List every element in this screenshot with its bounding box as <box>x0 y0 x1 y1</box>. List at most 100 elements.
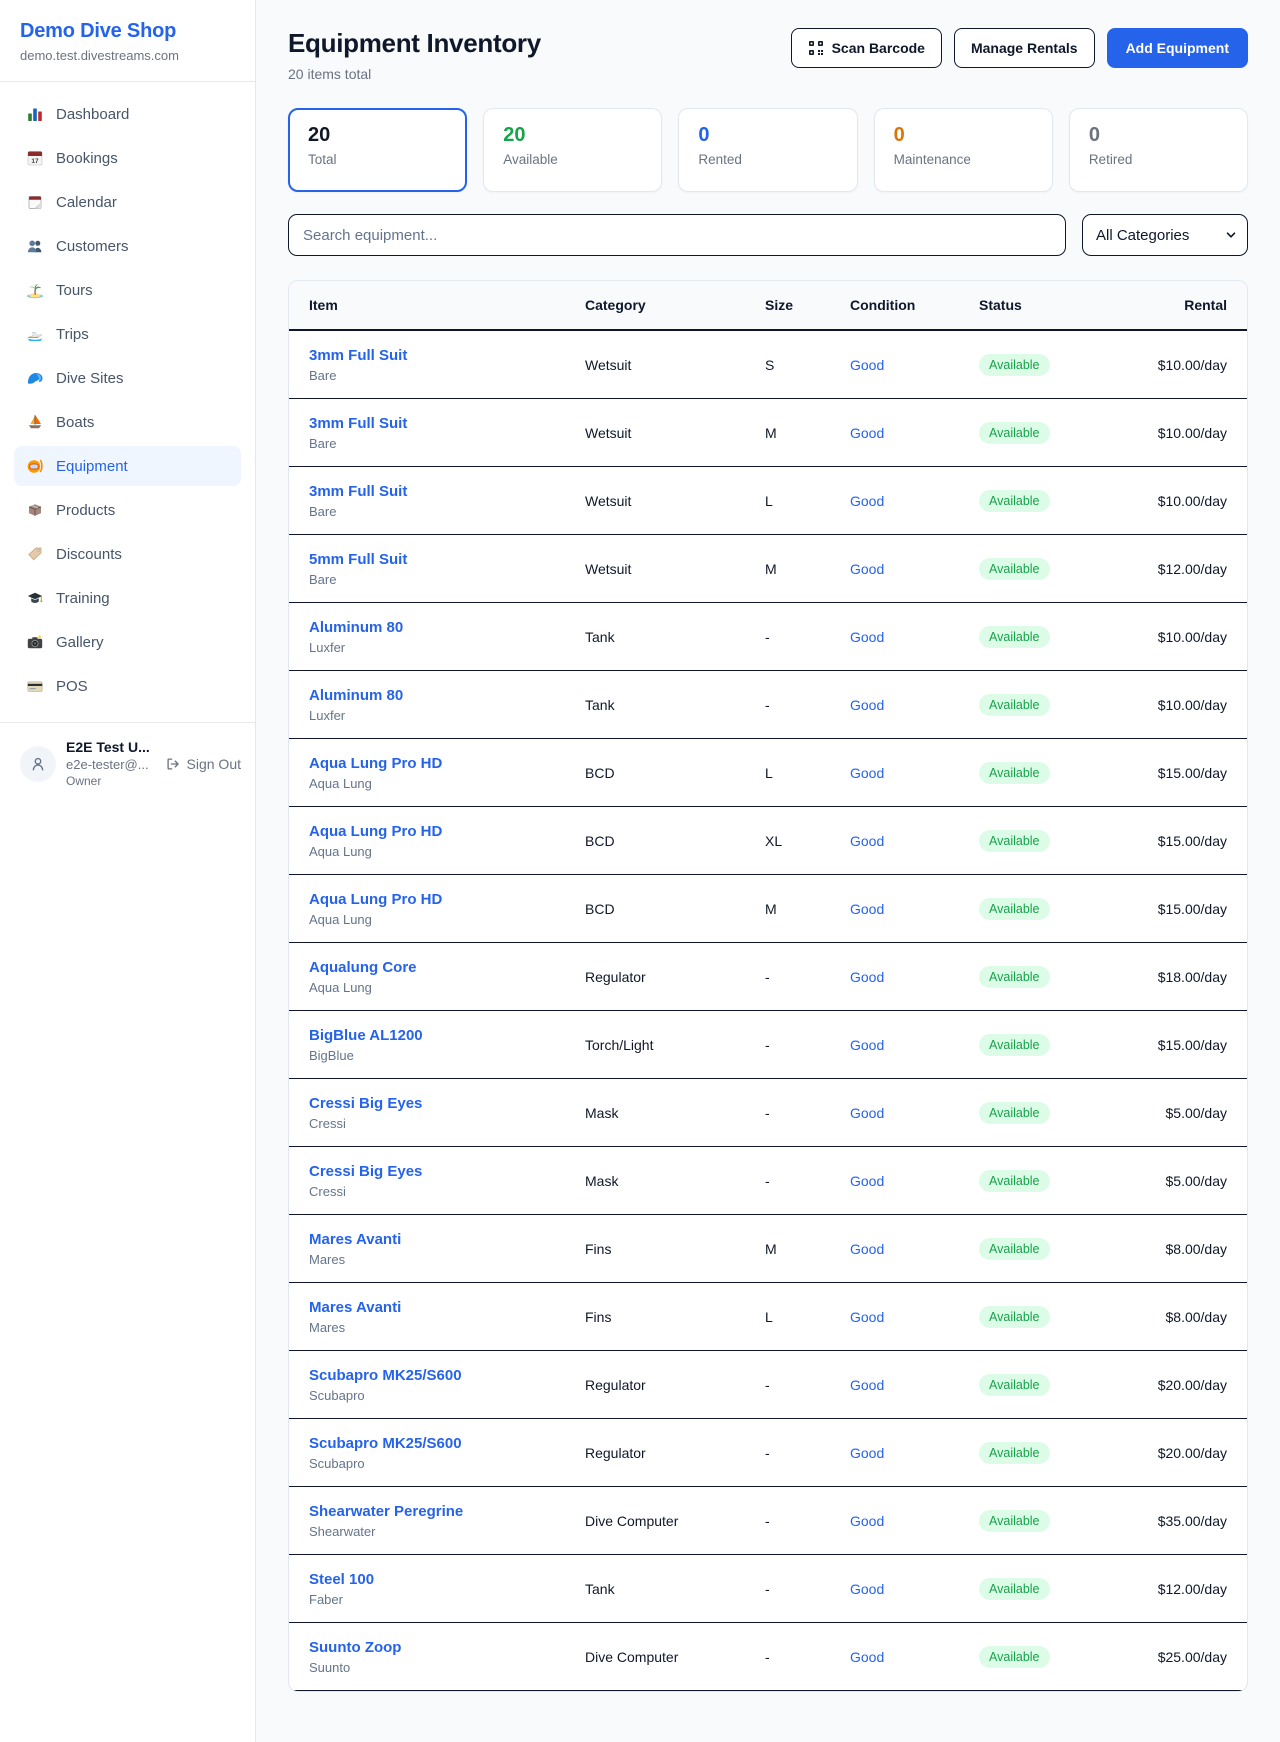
package-icon <box>26 501 44 519</box>
sidebar-item-trips[interactable]: Trips <box>14 314 241 354</box>
item-condition-link[interactable]: Good <box>850 1513 979 1529</box>
item-condition-link[interactable]: Good <box>850 901 979 917</box>
sidebar-item-calendar[interactable]: Calendar <box>14 182 241 222</box>
table-row: Cressi Big Eyes Cressi Mask - Good Avail… <box>289 1147 1247 1215</box>
nav-label: Dashboard <box>56 106 129 123</box>
stat-card-total[interactable]: 20 Total <box>288 108 467 192</box>
item-condition-link[interactable]: Good <box>850 357 979 373</box>
item-condition-link[interactable]: Good <box>850 629 979 645</box>
scan-barcode-button[interactable]: Scan Barcode <box>791 28 942 68</box>
item-brand: Cressi <box>309 1184 585 1199</box>
table-row: Mares Avanti Mares Fins L Good Available… <box>289 1283 1247 1351</box>
table-row: Aqua Lung Pro HD Aqua Lung BCD L Good Av… <box>289 739 1247 807</box>
item-rental-rate: $5.00/day <box>1129 1105 1227 1121</box>
sidebar-item-tours[interactable]: Tours <box>14 270 241 310</box>
item-name-link[interactable]: Aluminum 80 <box>309 687 585 704</box>
item-brand: Aqua Lung <box>309 912 585 927</box>
sidebar-item-pos[interactable]: POS <box>14 666 241 706</box>
item-condition-link[interactable]: Good <box>850 765 979 781</box>
item-condition-link[interactable]: Good <box>850 561 979 577</box>
sidebar-item-products[interactable]: Products <box>14 490 241 530</box>
category-select[interactable]: All Categories <box>1082 214 1248 256</box>
sidebar-item-dive-sites[interactable]: Dive Sites <box>14 358 241 398</box>
people-icon <box>26 237 44 255</box>
item-name-link[interactable]: Suunto Zoop <box>309 1639 585 1656</box>
item-name-link[interactable]: 5mm Full Suit <box>309 551 585 568</box>
item-condition-link[interactable]: Good <box>850 1037 979 1053</box>
brand-domain: demo.test.divestreams.com <box>20 48 235 63</box>
stat-value: 0 <box>1089 124 1228 147</box>
sidebar-item-boats[interactable]: Boats <box>14 402 241 442</box>
item-name-link[interactable]: Aluminum 80 <box>309 619 585 636</box>
item-condition-link[interactable]: Good <box>850 1581 979 1597</box>
stat-card-rented[interactable]: 0 Rented <box>678 108 857 192</box>
item-category: Tank <box>585 697 765 713</box>
item-name-link[interactable]: 3mm Full Suit <box>309 415 585 432</box>
table-row: Aluminum 80 Luxfer Tank - Good Available… <box>289 603 1247 671</box>
item-category: Fins <box>585 1309 765 1325</box>
item-category: Wetsuit <box>585 425 765 441</box>
sidebar-item-gallery[interactable]: Gallery <box>14 622 241 662</box>
item-name-link[interactable]: Scubapro MK25/S600 <box>309 1435 585 1452</box>
item-name-link[interactable]: Aqua Lung Pro HD <box>309 823 585 840</box>
item-size: - <box>765 1173 850 1189</box>
item-condition-link[interactable]: Good <box>850 1241 979 1257</box>
nav-label: Calendar <box>56 194 117 211</box>
sidebar-item-equipment[interactable]: Equipment <box>14 446 241 486</box>
sidebar-item-discounts[interactable]: Discounts <box>14 534 241 574</box>
item-name-link[interactable]: Cressi Big Eyes <box>309 1095 585 1112</box>
item-name-link[interactable]: Shearwater Peregrine <box>309 1503 585 1520</box>
nav-label: Products <box>56 502 115 519</box>
manage-rentals-button[interactable]: Manage Rentals <box>954 28 1095 68</box>
sidebar-item-dashboard[interactable]: Dashboard <box>14 94 241 134</box>
item-size: M <box>765 425 850 441</box>
user-info: E2E Test U... e2e-tester@... Owner <box>66 739 155 788</box>
item-condition-link[interactable]: Good <box>850 1173 979 1189</box>
status-badge: Available <box>979 694 1050 716</box>
item-rental-rate: $10.00/day <box>1129 697 1227 713</box>
search-input[interactable] <box>288 214 1066 256</box>
add-equipment-button[interactable]: Add Equipment <box>1107 28 1248 68</box>
item-name-link[interactable]: Aqua Lung Pro HD <box>309 755 585 772</box>
item-condition-link[interactable]: Good <box>850 1445 979 1461</box>
item-category: BCD <box>585 765 765 781</box>
item-name-link[interactable]: BigBlue AL1200 <box>309 1027 585 1044</box>
item-condition-link[interactable]: Good <box>850 425 979 441</box>
item-rental-rate: $20.00/day <box>1129 1445 1227 1461</box>
sidebar-item-customers[interactable]: Customers <box>14 226 241 266</box>
item-condition-link[interactable]: Good <box>850 1309 979 1325</box>
sign-out-button[interactable]: Sign Out <box>165 756 241 772</box>
stat-card-available[interactable]: 20 Available <box>483 108 662 192</box>
item-name-link[interactable]: Mares Avanti <box>309 1231 585 1248</box>
item-size: - <box>765 1649 850 1665</box>
status-badge: Available <box>979 1238 1050 1260</box>
nav-label: Equipment <box>56 458 128 475</box>
item-condition-link[interactable]: Good <box>850 833 979 849</box>
table-body: 3mm Full Suit Bare Wetsuit S Good Availa… <box>289 331 1247 1691</box>
item-condition-link[interactable]: Good <box>850 1105 979 1121</box>
item-condition-link[interactable]: Good <box>850 969 979 985</box>
item-name-link[interactable]: Mares Avanti <box>309 1299 585 1316</box>
item-name-link[interactable]: Cressi Big Eyes <box>309 1163 585 1180</box>
stat-card-retired[interactable]: 0 Retired <box>1069 108 1248 192</box>
item-condition-link[interactable]: Good <box>850 1377 979 1393</box>
item-brand: Bare <box>309 436 585 451</box>
item-size: - <box>765 1581 850 1597</box>
item-name-link[interactable]: 3mm Full Suit <box>309 483 585 500</box>
item-name-link[interactable]: 3mm Full Suit <box>309 347 585 364</box>
item-name-link[interactable]: Scubapro MK25/S600 <box>309 1367 585 1384</box>
item-condition-link[interactable]: Good <box>850 1649 979 1665</box>
item-name-link[interactable]: Aqualung Core <box>309 959 585 976</box>
diving-mask-icon <box>26 457 44 475</box>
stat-card-maintenance[interactable]: 0 Maintenance <box>874 108 1053 192</box>
item-condition-link[interactable]: Good <box>850 697 979 713</box>
manage-rentals-label: Manage Rentals <box>971 40 1078 56</box>
item-name-link[interactable]: Aqua Lung Pro HD <box>309 891 585 908</box>
sidebar-item-bookings[interactable]: 17 Bookings <box>14 138 241 178</box>
status-badge: Available <box>979 1170 1050 1192</box>
brand-name[interactable]: Demo Dive Shop <box>20 20 235 43</box>
table-header-row: ItemCategorySizeConditionStatusRental <box>289 281 1247 331</box>
item-name-link[interactable]: Steel 100 <box>309 1571 585 1588</box>
item-condition-link[interactable]: Good <box>850 493 979 509</box>
sidebar-item-training[interactable]: Training <box>14 578 241 618</box>
